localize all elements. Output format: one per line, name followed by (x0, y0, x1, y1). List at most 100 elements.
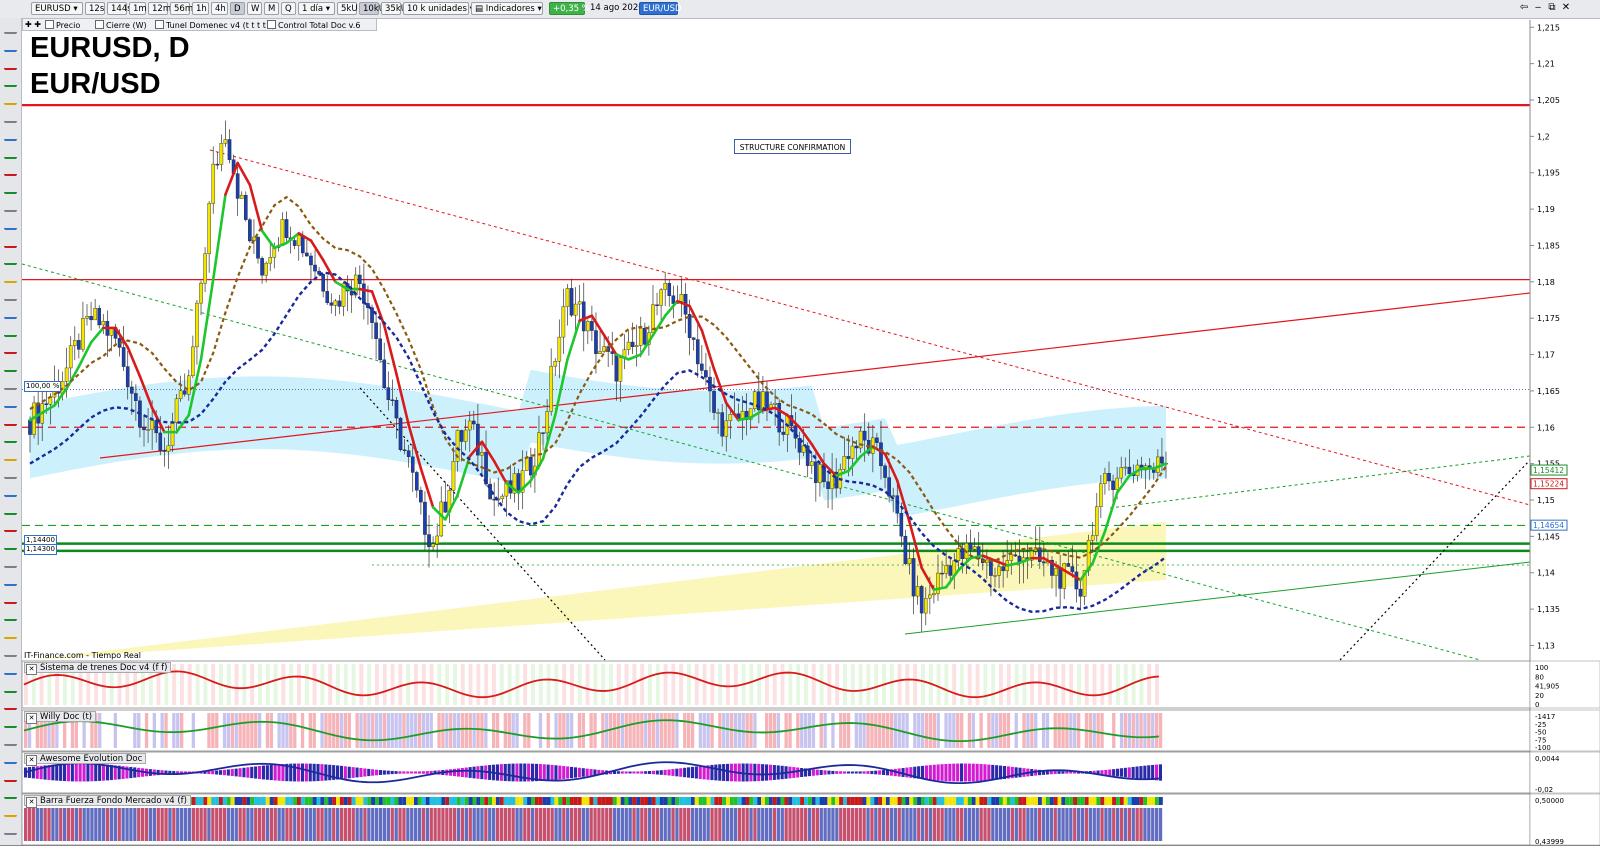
indicators-button[interactable]: ▤ Indicadores ▾ (471, 2, 543, 15)
drawing-tool-icon[interactable] (4, 466, 17, 479)
drawing-tool-icon[interactable] (4, 270, 17, 284)
symbol-selector[interactable]: EURUSD ▾ (31, 2, 83, 15)
drawing-tool-icon[interactable] (4, 822, 17, 835)
trend-band (336, 664, 340, 705)
drawing-tool-icon[interactable] (4, 39, 17, 52)
timeframe-W[interactable]: W (247, 2, 262, 15)
drawing-tool-icon[interactable] (4, 769, 17, 782)
eurusd-chart[interactable]: 1,2151,211,2051,21,1951,191,1851,181,175… (0, 0, 1600, 859)
drawing-tool-icon[interactable] (4, 74, 17, 88)
force-bar-bottom (63, 808, 67, 841)
period-selector[interactable]: 1 día ▾ (298, 2, 335, 15)
willy-bar (531, 713, 535, 748)
candle-body (382, 359, 387, 388)
drawing-tool-icon[interactable] (4, 448, 17, 462)
drawing-tool-icon[interactable] (4, 413, 17, 426)
drawing-tool-icon[interactable] (4, 128, 17, 141)
force-bar-bottom (421, 808, 426, 841)
force-bar-top (967, 797, 972, 805)
drawing-tool-icon[interactable] (4, 21, 17, 34)
drawing-tool-icon[interactable] (4, 395, 17, 408)
drawing-tool-icon[interactable] (4, 537, 17, 551)
drawing-tool-icon[interactable] (4, 306, 17, 319)
drawing-tool-icon[interactable] (4, 181, 17, 195)
force-bar-bottom (858, 808, 862, 841)
drawing-tool-icon[interactable] (4, 359, 17, 373)
drawing-tool-icon[interactable] (4, 377, 17, 390)
timeframe-M[interactable]: M (264, 2, 279, 15)
timeframe-12s[interactable]: 12s (85, 2, 105, 15)
force-bar-top (862, 797, 867, 805)
drawing-tool-icon[interactable] (4, 217, 17, 230)
force-bar-top (909, 797, 914, 805)
drawing-tool-icon[interactable] (4, 146, 17, 159)
drawing-tool-icon[interactable] (4, 591, 17, 604)
drawing-tool-icon[interactable] (4, 680, 17, 693)
drawing-tool-icon[interactable] (4, 110, 17, 123)
drawing-tool-icon[interactable] (4, 555, 17, 568)
drawing-tool-icon[interactable] (4, 697, 17, 711)
drawing-tool-icon[interactable] (4, 733, 17, 746)
force-bar-top (585, 797, 590, 805)
close-icon[interactable]: ✕ (1560, 2, 1572, 14)
timeframe-D[interactable]: D (230, 2, 245, 15)
drawing-tool-icon[interactable] (4, 235, 17, 248)
timeframe-4h[interactable]: 4h (211, 2, 228, 15)
drawing-tool-icon[interactable] (4, 786, 17, 800)
trend-band (538, 664, 543, 705)
trend-band (1155, 664, 1159, 705)
drawing-tool-icon[interactable] (4, 502, 17, 515)
awesome-bar (1014, 767, 1018, 778)
units-10kU[interactable]: 10kU (359, 2, 385, 15)
indicator-panel-title-4[interactable]: ✕ Barra Fuerza Fondo Mercado v4 (f) (24, 795, 191, 808)
drawing-tool-icon[interactable] (4, 163, 17, 177)
awesome-bar (27, 767, 31, 778)
drawing-tool-icon[interactable] (4, 288, 17, 301)
drawing-tool-icon[interactable] (4, 519, 17, 533)
timeframe-1h[interactable]: 1h (192, 2, 209, 15)
force-bar-bottom (597, 808, 601, 841)
candle-body (809, 461, 814, 466)
units-5kU[interactable]: 5kU (337, 2, 358, 15)
indicator-chip-1[interactable]: Precio (45, 20, 80, 30)
timeframe-12m[interactable]: 12m (148, 2, 171, 15)
force-bar-bottom (433, 808, 437, 841)
indicator-chip-3[interactable]: Tunel Domenec v4 (t t t t t) (155, 20, 275, 30)
drawing-tool-icon[interactable] (4, 573, 17, 586)
drawing-tool-icon[interactable] (4, 484, 17, 497)
collapse-icon[interactable]: ⇦ (1518, 2, 1530, 14)
restore-icon[interactable]: ⧉ (1546, 2, 1558, 14)
drawing-tool-icon[interactable] (4, 715, 17, 729)
timeframe-144s[interactable]: 144s (107, 2, 132, 15)
drawing-tool-icon[interactable] (4, 608, 17, 622)
drawing-tool-icon[interactable] (4, 644, 17, 657)
trend-band (203, 664, 208, 705)
drawing-tool-icon[interactable] (4, 57, 17, 70)
indicator-panel-title-2[interactable]: ✕ Willy Doc (t) (24, 711, 97, 724)
indicator-panel-title-3[interactable]: ✕ Awesome Evolution Doc (24, 753, 147, 766)
drawing-tool-icon[interactable] (4, 751, 17, 764)
indicator-chip-4[interactable]: Control Total Doc v.6 (267, 20, 360, 30)
force-bar-top (246, 797, 251, 805)
drawing-tool-icon[interactable] (4, 92, 17, 106)
drawing-tool-icon[interactable] (4, 341, 17, 355)
add-indicator-icon[interactable]: ✚ ✚ (25, 20, 41, 30)
drawing-tool-icon[interactable] (4, 662, 17, 675)
units-35kU[interactable]: 35kU (381, 2, 407, 15)
drawing-tool-icon[interactable] (4, 626, 17, 640)
candle-body (191, 346, 195, 377)
drawing-tool-icon[interactable] (4, 199, 17, 212)
timeframe-Q[interactable]: Q (281, 2, 296, 15)
units-dropdown[interactable]: 10 k unidades ▾ (403, 2, 474, 15)
drawing-tool-icon[interactable] (4, 804, 17, 818)
indicator-panel-title-1[interactable]: ✕ Sistema de trenes Doc v4 (f f) (24, 662, 172, 675)
minimize-icon[interactable]: ‒ (1532, 2, 1544, 14)
drawing-tool-icon[interactable] (4, 324, 17, 337)
timeframe-1m[interactable]: 1m (129, 2, 147, 15)
indicator-chip-2[interactable]: Cierre (W) (95, 20, 147, 30)
structure-confirmation-annotation[interactable]: STRUCTURE CONFIRMATION (734, 139, 851, 154)
candle-body (773, 402, 777, 405)
drawing-tool-icon[interactable] (4, 430, 17, 444)
drawing-tool-icon[interactable] (4, 252, 17, 266)
timeframe-56m[interactable]: 56m (170, 2, 193, 15)
